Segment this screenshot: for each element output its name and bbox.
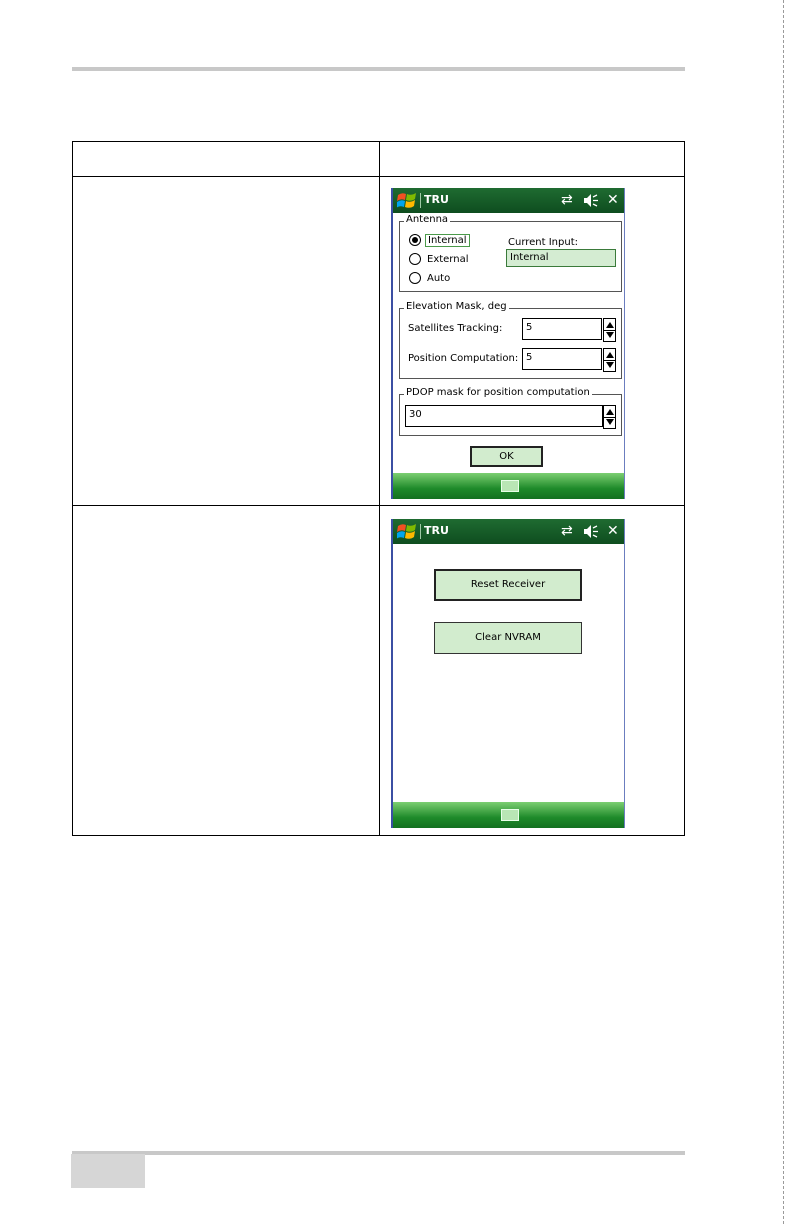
page-number-box (71, 1154, 145, 1188)
close-icon[interactable]: ✕ (607, 523, 619, 539)
keyboard-icon[interactable] (501, 480, 519, 492)
radio-external[interactable] (409, 253, 421, 265)
title-bar: TRU ⇄ ✕ (393, 519, 624, 544)
pdop-mask-legend: PDOP mask for position computation (404, 387, 592, 398)
satellites-tracking-spinner[interactable] (603, 318, 616, 342)
receiver-reset-screen: TRU ⇄ ✕ Reset Receiver Clear NVRAM (391, 519, 625, 828)
softkey-bar (393, 473, 624, 499)
volume-icon[interactable] (583, 524, 599, 539)
keyboard-icon[interactable] (501, 809, 519, 821)
footer-rule (72, 1151, 685, 1155)
pdop-mask-spinner[interactable] (603, 405, 616, 429)
receiver-settings-screen: TRU ⇄ ✕ Antenna Internal External Auto C… (391, 188, 625, 499)
row-divider (73, 505, 684, 506)
ok-button[interactable]: OK (470, 446, 543, 467)
elevation-mask-group: Elevation Mask, deg Satellites Tracking:… (399, 301, 622, 379)
pdop-mask-group: PDOP mask for position computation 30 (399, 387, 622, 436)
satellites-tracking-input[interactable]: 5 (522, 318, 602, 340)
header-rule (72, 67, 685, 71)
reset-receiver-button[interactable]: Reset Receiver (434, 569, 582, 601)
position-computation-label: Position Computation: (408, 353, 519, 364)
antenna-group: Antenna Internal External Auto Current I… (399, 214, 622, 292)
app-title: TRU (424, 524, 449, 537)
radio-auto-label[interactable]: Auto (427, 273, 450, 284)
pdop-mask-input[interactable]: 30 (405, 405, 603, 427)
radio-auto[interactable] (409, 272, 421, 284)
elevation-mask-legend: Elevation Mask, deg (404, 301, 509, 312)
connectivity-icon[interactable]: ⇄ (561, 523, 573, 539)
radio-external-label[interactable]: External (427, 254, 469, 265)
radio-internal-label[interactable]: Internal (425, 234, 470, 247)
volume-icon[interactable] (583, 193, 599, 208)
windows-start-icon[interactable] (397, 191, 417, 210)
position-computation-spinner[interactable] (603, 348, 616, 372)
softkey-bar (393, 802, 624, 828)
connectivity-icon[interactable]: ⇄ (561, 192, 573, 208)
title-separator (420, 193, 421, 208)
radio-internal[interactable] (409, 234, 421, 246)
windows-start-icon[interactable] (397, 522, 417, 541)
satellites-tracking-label: Satellites Tracking: (408, 323, 503, 334)
trim-line (783, 0, 784, 1224)
current-input-value: Internal (506, 249, 616, 267)
title-bar: TRU ⇄ ✕ (393, 188, 624, 213)
header-row-divider (73, 176, 684, 177)
app-title: TRU (424, 193, 449, 206)
clear-nvram-button[interactable]: Clear NVRAM (434, 622, 582, 654)
close-icon[interactable]: ✕ (607, 192, 619, 208)
current-input-label: Current Input: (508, 237, 578, 248)
position-computation-input[interactable]: 5 (522, 348, 602, 370)
column-divider (379, 142, 380, 835)
antenna-legend: Antenna (404, 214, 451, 225)
title-separator (420, 524, 421, 539)
